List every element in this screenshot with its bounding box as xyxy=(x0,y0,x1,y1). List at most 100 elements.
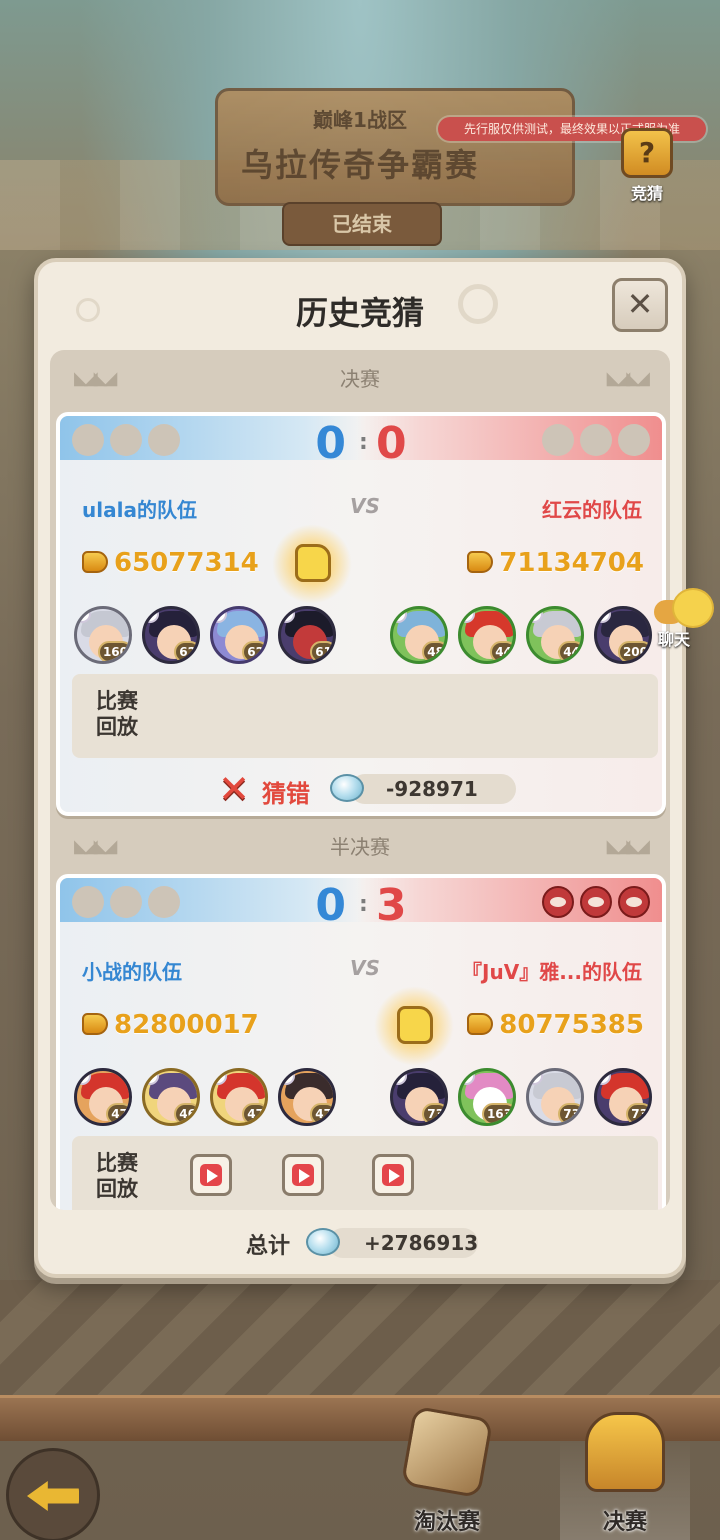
hero-avatar[interactable]: 73 xyxy=(390,1068,448,1126)
power-arm-icon xyxy=(82,551,108,573)
guess-label: 竞猜 xyxy=(630,184,663,203)
power-value: 80775385 xyxy=(499,1010,644,1040)
team-left-power: 82800017 xyxy=(82,1010,259,1040)
hero-level: 73 xyxy=(626,1103,649,1123)
replay-play-button[interactable] xyxy=(190,1154,232,1196)
chat-button[interactable]: 聊天 xyxy=(650,586,720,652)
tab-final[interactable]: 决赛 xyxy=(560,1412,690,1540)
hero-avatar[interactable]: 46 xyxy=(142,1068,200,1126)
chevron-decor-icon: ◣◢◣◢ xyxy=(74,836,117,857)
chat-face-icon xyxy=(672,588,714,628)
round-label: 决赛 xyxy=(340,367,380,391)
hero-avatar[interactable]: 73 xyxy=(526,1068,584,1126)
win-dot xyxy=(618,424,650,456)
replay-label: 比赛 回放 xyxy=(96,688,156,740)
history-guess-modal: 历史竞猜 ✕ ◣◢◣◢ 决赛 ◣◢◣◢ 0 : 0 ulala的队伍 VS 红云… xyxy=(34,258,686,1278)
replay-label-text: 比赛 回放 xyxy=(96,1151,138,1201)
replay-label: 比赛 回放 xyxy=(96,1150,156,1202)
match-list[interactable]: ◣◢◣◢ 决赛 ◣◢◣◢ 0 : 0 ulala的队伍 VS 红云的队伍 650… xyxy=(50,350,670,1210)
hero-level: 48 xyxy=(422,641,445,661)
team-right-heroes: 48 44 44 200 xyxy=(390,606,660,668)
team-right-power: 71134704 xyxy=(467,548,644,578)
hero-level: 160 xyxy=(97,641,129,661)
team-left-heroes: 47 46 47 47 xyxy=(74,1068,354,1130)
hero-avatar[interactable]: 44 xyxy=(458,606,516,664)
win-dot xyxy=(110,424,142,456)
play-icon xyxy=(207,1169,218,1183)
trophy-crown-icon xyxy=(585,1412,665,1492)
team-left-name: 小战的队伍 xyxy=(82,960,182,984)
chevron-decor-icon: ◣◢◣◢ xyxy=(606,368,650,389)
hero-level: 47 xyxy=(242,1103,265,1123)
guess-amount: -928971 xyxy=(350,774,516,804)
hero-level: 46 xyxy=(174,1103,197,1123)
total-amount-value: +2786913 xyxy=(364,1231,479,1255)
back-arrow-icon xyxy=(27,1481,79,1511)
hero-avatar[interactable]: 44 xyxy=(526,606,584,664)
thumbs-up-icon xyxy=(374,986,454,1066)
hero-avatar[interactable]: 48 xyxy=(390,606,448,664)
hero-avatar[interactable]: 73 xyxy=(594,1068,652,1126)
round-header: ◣◢◣◢ 决赛 ◣◢◣◢ xyxy=(50,360,670,398)
power-arm-icon xyxy=(82,1013,108,1035)
team-left-name: ulala的队伍 xyxy=(82,498,197,522)
thumbs-up-icon xyxy=(272,524,352,604)
team-right-name: 『JuV』雅...的队伍 xyxy=(462,960,642,984)
crossed-swords-icon xyxy=(400,1405,494,1499)
replay-play-button[interactable] xyxy=(282,1154,324,1196)
vs-label: VS xyxy=(350,494,380,518)
hero-avatar[interactable]: 200 xyxy=(594,606,652,664)
total-row: 总计 +2786913 xyxy=(38,1224,690,1264)
win-dot xyxy=(542,424,574,456)
match-card-semifinal: 0 : 3 小战的队伍 VS 『JuV』雅...的队伍 82800017 807… xyxy=(56,874,666,1210)
back-button[interactable] xyxy=(6,1448,100,1540)
replay-panel: 比赛 回放 xyxy=(72,1136,658,1210)
score-separator: : xyxy=(359,892,368,917)
chevron-decor-icon: ◣◢◣◢ xyxy=(74,368,117,389)
chevron-decor-icon: ◣◢◣◢ xyxy=(606,836,650,857)
guess-button[interactable]: ? 竞猜 xyxy=(612,128,682,203)
hero-avatar[interactable]: 47 xyxy=(278,1068,336,1126)
hero-level: 47 xyxy=(310,1103,333,1123)
win-dot xyxy=(72,886,104,918)
win-dot xyxy=(580,886,612,918)
hero-avatar[interactable]: 62 xyxy=(142,606,200,664)
replay-panel: 比赛 回放 xyxy=(72,674,658,758)
power-value: 71134704 xyxy=(499,548,644,578)
win-dot xyxy=(580,424,612,456)
guess-result-row: ✕ 猜错 -928971 xyxy=(60,766,662,812)
hero-avatar[interactable]: 47 xyxy=(210,1068,268,1126)
power-arm-icon xyxy=(467,1013,494,1035)
tab-final-label: 决赛 xyxy=(602,1510,647,1535)
score-left: 0 xyxy=(315,880,346,931)
hero-avatar[interactable]: 61 xyxy=(278,606,336,664)
replay-play-button[interactable] xyxy=(372,1154,414,1196)
vs-label: VS xyxy=(350,956,380,980)
team-right-power: 80775385 xyxy=(467,1010,644,1040)
tab-knockout[interactable]: 淘汰赛 xyxy=(382,1405,512,1540)
win-dot xyxy=(148,886,180,918)
match-card-final: 0 : 0 ulala的队伍 VS 红云的队伍 65077314 7113470… xyxy=(56,412,666,816)
wrong-x-icon: ✕ xyxy=(218,767,250,811)
hero-avatar[interactable]: 47 xyxy=(74,1068,132,1126)
hero-avatar[interactable]: 163 xyxy=(458,1068,516,1126)
team-left-heroes: 160 62 62 61 xyxy=(74,606,354,668)
win-dot xyxy=(618,886,650,918)
close-icon: ✕ xyxy=(626,285,654,323)
diamond-icon xyxy=(306,1228,340,1256)
hero-level: 62 xyxy=(242,641,265,661)
win-dot xyxy=(542,886,574,918)
hero-avatar[interactable]: 160 xyxy=(74,606,132,664)
diamond-icon xyxy=(330,774,364,802)
guess-result-text: 猜错 xyxy=(262,780,310,808)
score-left: 0 xyxy=(315,418,346,469)
total-amount: +2786913 xyxy=(328,1228,478,1258)
score-separator: : xyxy=(359,430,368,455)
chat-label: 聊天 xyxy=(658,630,691,649)
total-label: 总计 xyxy=(246,1234,291,1259)
modal-title: 历史竞猜 xyxy=(295,294,424,332)
question-bag-icon: ? xyxy=(621,128,673,178)
hero-level: 44 xyxy=(558,641,581,661)
close-button[interactable]: ✕ xyxy=(612,278,668,332)
hero-avatar[interactable]: 62 xyxy=(210,606,268,664)
